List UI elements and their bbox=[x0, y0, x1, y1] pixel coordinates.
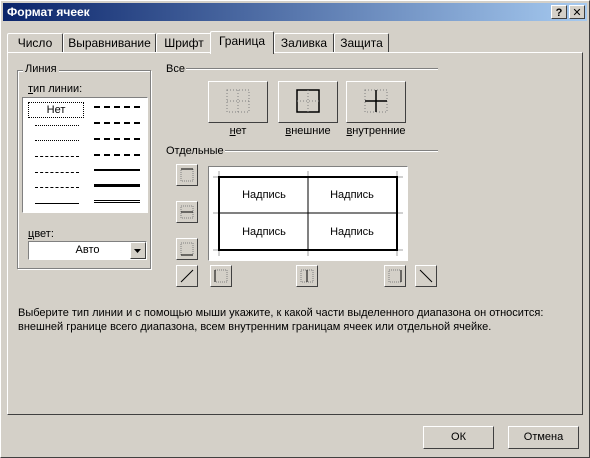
line-style-dashed[interactable] bbox=[35, 187, 79, 191]
help-button[interactable]: ? bbox=[551, 5, 567, 19]
preset-inside-label: внутренние bbox=[346, 125, 406, 137]
border-right-icon bbox=[388, 269, 402, 283]
preset-outline-label: внешние bbox=[285, 125, 331, 137]
tab-border[interactable]: Граница bbox=[210, 31, 274, 54]
close-button[interactable]: ✕ bbox=[569, 5, 585, 19]
all-separator bbox=[186, 68, 438, 70]
line-group-title: Линия bbox=[23, 63, 59, 75]
line-style-hair[interactable] bbox=[35, 125, 79, 129]
ok-button[interactable]: ОК bbox=[423, 426, 494, 449]
tab-number[interactable]: Число bbox=[7, 33, 63, 52]
preset-outline-icon bbox=[296, 89, 320, 113]
preset-outline-button[interactable] bbox=[278, 81, 338, 123]
preview-cell-4: Надпись bbox=[330, 226, 374, 238]
border-bottom-button[interactable] bbox=[176, 238, 198, 260]
border-diagonal-down-button[interactable] bbox=[415, 265, 437, 287]
separate-group-title: Отдельные bbox=[166, 145, 224, 157]
title-bar: Формат ячеек ? ✕ bbox=[3, 3, 587, 21]
line-style-list[interactable]: Нет bbox=[22, 97, 148, 213]
all-group-title: Все bbox=[166, 63, 185, 75]
line-style-thin[interactable] bbox=[35, 203, 79, 207]
line-style-medium[interactable] bbox=[94, 169, 140, 174]
border-right-button[interactable] bbox=[384, 265, 406, 287]
preset-none-icon bbox=[226, 89, 250, 113]
border-inside-vertical-icon bbox=[300, 269, 314, 283]
preview-cell-1: Надпись bbox=[242, 189, 286, 201]
line-style-none[interactable]: Нет bbox=[28, 102, 84, 118]
border-inside-vertical-button[interactable] bbox=[296, 265, 318, 287]
border-inside-horizontal-button[interactable] bbox=[176, 201, 198, 223]
chevron-down-icon[interactable] bbox=[130, 242, 146, 259]
line-style-double[interactable] bbox=[94, 200, 140, 206]
diagonal-down-icon bbox=[419, 269, 433, 283]
tab-fill[interactable]: Заливка bbox=[274, 33, 334, 52]
border-preview[interactable]: Надпись Надпись Надпись Надпись bbox=[208, 166, 408, 261]
preset-inside-icon bbox=[364, 89, 388, 113]
border-left-icon bbox=[214, 269, 228, 283]
line-style-dotted[interactable] bbox=[35, 140, 79, 144]
line-style-medium-dash-dot[interactable] bbox=[94, 138, 140, 143]
line-style-medium-dash-dot-dot[interactable] bbox=[94, 106, 140, 111]
border-top-icon bbox=[180, 168, 194, 182]
line-style-slant-dash-dot[interactable] bbox=[94, 122, 140, 127]
border-top-button[interactable] bbox=[176, 164, 198, 186]
window-title: Формат ячеек bbox=[7, 5, 90, 19]
cancel-button[interactable]: Отмена bbox=[508, 426, 579, 449]
diagonal-up-icon bbox=[180, 269, 194, 283]
border-left-button[interactable] bbox=[210, 265, 232, 287]
color-select[interactable]: Авто bbox=[28, 241, 147, 260]
format-cells-dialog: Формат ячеек ? ✕ Число Выравнивание Шриф… bbox=[0, 0, 590, 458]
color-label: цвет: bbox=[28, 228, 54, 240]
line-style-medium-dashed[interactable] bbox=[94, 154, 140, 159]
line-style-thick[interactable] bbox=[94, 184, 140, 190]
tab-protection[interactable]: Защита bbox=[334, 33, 389, 52]
color-value: Авто bbox=[75, 244, 100, 256]
tab-alignment[interactable]: Выравнивание bbox=[63, 33, 156, 52]
preset-none-label: нет bbox=[229, 125, 247, 137]
border-bottom-icon bbox=[180, 242, 194, 256]
preview-grid bbox=[213, 171, 403, 256]
border-inside-horizontal-icon bbox=[180, 205, 194, 219]
preview-cell-2: Надпись bbox=[330, 189, 374, 201]
line-style-dash-dot[interactable] bbox=[35, 172, 79, 176]
instruction-text: Выберите тип линии и с помощью мыши укаж… bbox=[18, 307, 544, 333]
border-diagonal-up-button[interactable] bbox=[176, 265, 198, 287]
line-style-dash-dot-dot[interactable] bbox=[35, 156, 79, 160]
preview-cell-3: Надпись bbox=[242, 226, 286, 238]
separate-separator bbox=[225, 150, 438, 152]
preset-none-button[interactable] bbox=[208, 81, 268, 123]
tab-font[interactable]: Шрифт bbox=[156, 33, 212, 52]
line-type-label: тип линии: bbox=[28, 83, 83, 95]
preset-inside-button[interactable] bbox=[346, 81, 406, 123]
